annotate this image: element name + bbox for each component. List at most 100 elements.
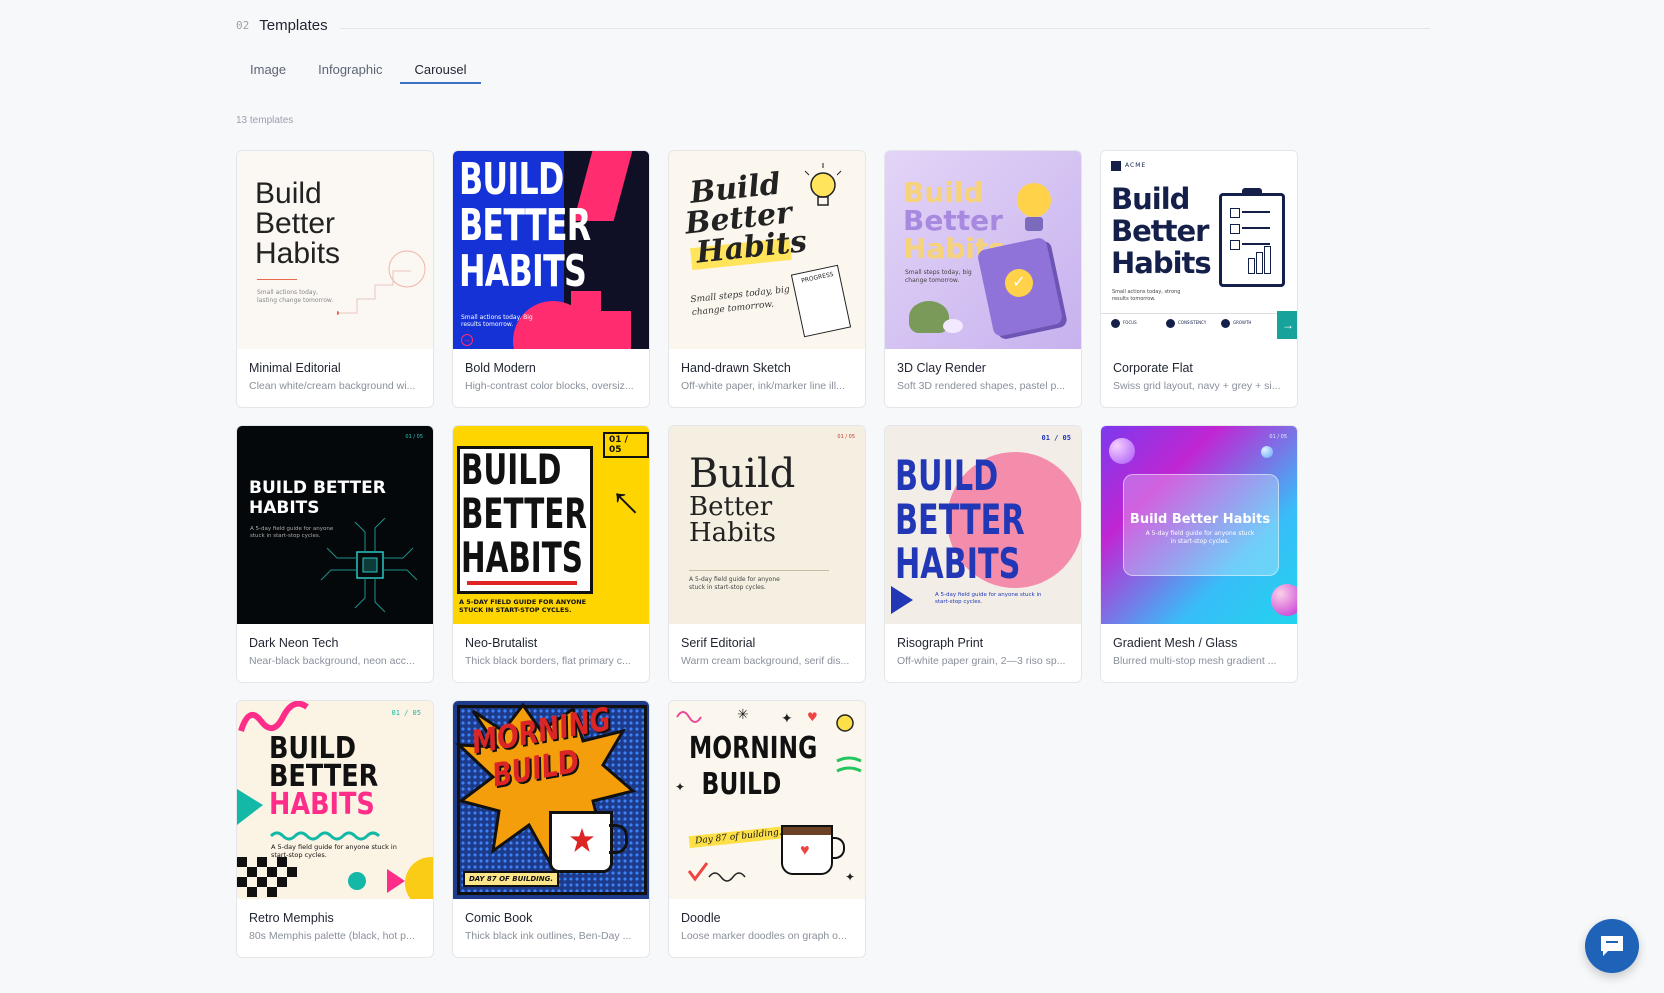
thumb-title-line: BUILD BETTER	[249, 478, 386, 498]
thumb-title-line: BETTER	[461, 489, 587, 538]
thumb-title-line: Build	[903, 176, 984, 209]
thumb-page-number: 01 / 05	[1041, 434, 1071, 442]
template-card-serif-editorial[interactable]: 01 / 05 Build Better Habits A 5-day fiel…	[668, 425, 866, 683]
tab-carousel[interactable]: Carousel	[400, 56, 481, 84]
stairs-illustration	[337, 250, 426, 315]
thumb-title-line: MORNING	[689, 731, 818, 766]
thumb-title-line: Build	[255, 177, 322, 210]
template-thumbnail: Build Better Habits Small actions today,…	[237, 151, 433, 349]
thumb-title-line: Habits	[1111, 246, 1212, 280]
template-description: Off-white paper, ink/marker line ill...	[681, 380, 845, 392]
template-name: Risograph Print	[897, 636, 984, 650]
next-arrow-icon: →	[1277, 311, 1297, 339]
thumb-subtitle: A 5-day field guide for anyone stuck in …	[935, 592, 1042, 605]
template-card-risograph-print[interactable]: 01 / 05 BUILD BETTER HABITS A 5-day fiel…	[884, 425, 1082, 683]
template-name: Minimal Editorial	[249, 361, 341, 375]
template-card-neo-brutalist[interactable]: 01 / 05 BUILD BETTER HABITS A 5-DAY FIEL…	[452, 425, 650, 683]
svg-text:♥: ♥	[807, 710, 818, 724]
circuit-chip-icon	[320, 517, 418, 613]
check-icon: ✓	[1005, 269, 1033, 297]
template-card-hand-drawn-sketch[interactable]: Build Better Habits Small steps today, b…	[668, 150, 866, 408]
thumb-title-line: BUILD	[461, 445, 562, 494]
template-name: Doodle	[681, 911, 721, 925]
thumb-title-line: HABITS	[459, 246, 587, 297]
template-thumbnail: Build Better Habits Small steps today, b…	[669, 151, 865, 349]
thumb-title-line: Habits	[689, 518, 776, 548]
template-card-comic-book[interactable]: MORNING BUILD DAY 87 OF BUILDING. Comic …	[452, 700, 650, 958]
thumb-title-line: Better	[903, 204, 1003, 237]
arrow-icon: →	[461, 334, 473, 346]
thumb-title-line: BETTER	[459, 200, 591, 251]
template-card-corporate-flat[interactable]: ACME Build Better Habits Small actions t…	[1100, 150, 1298, 408]
thumb-title-line: Build Better Habits	[1129, 512, 1271, 527]
template-type-tabs: Image Infographic Carousel	[236, 56, 485, 90]
template-name: 3D Clay Render	[897, 361, 986, 375]
template-card-doodle[interactable]: ✳ ✦ ♥ ✦ ✦ MORNING BUILD Day 87 of buildi…	[668, 700, 866, 958]
chat-button[interactable]	[1585, 919, 1639, 973]
thumb-page-number: 01 / 05	[1269, 434, 1287, 440]
triangle-shape	[891, 586, 913, 614]
thumb-feature: GROWTH	[1233, 320, 1252, 325]
thumb-subtitle: Small steps today, big change tomorrow.	[905, 269, 972, 284]
template-grid: Build Better Habits Small actions today,…	[236, 150, 1298, 958]
template-thumbnail: 01 / 05 BUILD BETTER HABITS A 5-day fiel…	[885, 426, 1081, 624]
tab-image[interactable]: Image	[236, 56, 300, 84]
template-count: 13 templates	[236, 115, 294, 126]
template-description: Near-black background, neon acc...	[249, 655, 415, 667]
svg-text:✦: ✦	[845, 870, 855, 884]
template-description: 80s Memphis palette (black, hot p...	[249, 930, 415, 942]
template-description: Clean white/cream background wi...	[249, 380, 416, 392]
section-title: Templates	[259, 16, 328, 34]
template-card-dark-neon-tech[interactable]: 01 / 05 BUILD BETTER HABITS A 5-day fiel…	[236, 425, 434, 683]
thumb-subtitle: A 5-DAY FIELD GUIDE FOR ANYONE STUCK IN …	[459, 598, 587, 614]
template-card-gradient-mesh-glass[interactable]: 01 / 05 Build Better Habits A 5-day fiel…	[1100, 425, 1298, 683]
thumb-page-number: 01 / 05	[603, 432, 649, 458]
template-thumbnail: 01 / 05 Build Better Habits A 5-day fiel…	[669, 426, 865, 624]
template-name: Retro Memphis	[249, 911, 334, 925]
coffee-mug-illustration	[549, 811, 628, 873]
template-description: Swiss grid layout, navy + grey + si...	[1113, 380, 1281, 392]
template-description: Loose marker doodles on graph o...	[681, 930, 847, 942]
template-description: Blurred multi-stop mesh gradient ...	[1113, 655, 1277, 667]
coffee-mug-illustration: ♥	[781, 825, 845, 875]
thumb-title-line: Habits	[694, 224, 809, 271]
template-card-bold-modern[interactable]: BUILD BETTER HABITS Small actions today.…	[452, 150, 650, 408]
thumb-subtitle: A 5-day field guide for anyone stuck in …	[1145, 530, 1255, 545]
thumb-title-line: HABITS	[895, 539, 1021, 588]
thumb-page-number: 01 / 05	[837, 434, 855, 440]
template-name: Hand-drawn Sketch	[681, 361, 791, 375]
template-name: Neo-Brutalist	[465, 636, 538, 650]
lightbulb-icon	[1017, 183, 1051, 217]
template-thumbnail: Build Better Habits Small steps today, b…	[885, 151, 1081, 349]
thumb-brand: ACME	[1125, 162, 1147, 169]
template-card-retro-memphis[interactable]: 01 / 05 BUILD BETTER HABITS A 5-day fiel…	[236, 700, 434, 958]
template-thumbnail: ACME Build Better Habits Small actions t…	[1101, 151, 1297, 349]
thumb-title-line: Better	[689, 492, 773, 522]
thumb-title-line: Better	[255, 207, 336, 240]
template-name: Gradient Mesh / Glass	[1113, 636, 1238, 650]
thumb-subtitle: Small steps today, big change tomorrow.	[690, 284, 791, 319]
template-description: Thick black borders, flat primary c...	[465, 655, 631, 667]
template-description: Thick black ink outlines, Ben-Day ...	[465, 930, 632, 942]
section-header: 02 Templates	[236, 14, 1430, 36]
arrow-icon: →	[585, 474, 649, 544]
section-number: 02	[236, 18, 250, 32]
template-description: High-contrast color blocks, oversiz...	[465, 380, 634, 392]
svg-text:✦: ✦	[675, 780, 685, 794]
thumb-title-line: BETTER	[895, 495, 1025, 544]
tab-infographic[interactable]: Infographic	[304, 56, 396, 84]
template-thumbnail: ✳ ✦ ♥ ✦ ✦ MORNING BUILD Day 87 of buildi…	[669, 701, 865, 899]
template-name: Bold Modern	[465, 361, 536, 375]
template-description: Soft 3D rendered shapes, pastel p...	[897, 380, 1066, 392]
template-description: Warm cream background, serif dis...	[681, 655, 850, 667]
clipboard-icon	[1219, 188, 1285, 287]
lightbulb-icon	[804, 163, 842, 206]
thumb-title-line: HABITS	[269, 787, 375, 822]
template-name: Comic Book	[465, 911, 533, 925]
thumb-subtitle: Small actions today, lasting change tomo…	[257, 289, 334, 304]
template-thumbnail: 01 / 05 Build Better Habits A 5-day fiel…	[1101, 426, 1297, 624]
template-card-3d-clay-render[interactable]: Build Better Habits Small steps today, b…	[884, 150, 1082, 408]
thumb-title-line: Build	[689, 451, 796, 497]
notebook-illustration: PROGRESS	[790, 264, 852, 338]
template-card-minimal-editorial[interactable]: Build Better Habits Small actions today,…	[236, 150, 434, 408]
